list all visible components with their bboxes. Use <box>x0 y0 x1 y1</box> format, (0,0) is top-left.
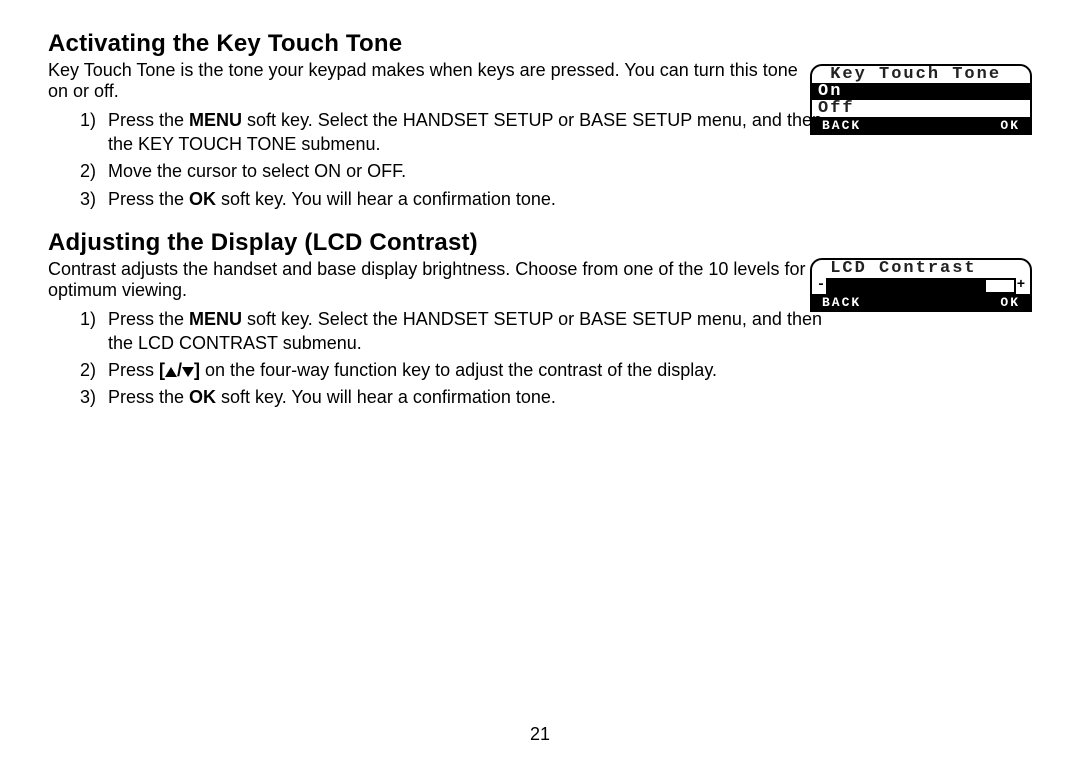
contrast-fill <box>828 280 986 292</box>
step: Press [/] on the four-way function key t… <box>96 359 848 382</box>
t: soft key. You will hear a confirmation t… <box>216 387 556 407</box>
section-lcd-contrast: Adjusting the Display (LCD Contrast) Con… <box>48 229 1032 410</box>
intro-text: Contrast adjusts the handset and base di… <box>48 259 806 300</box>
softkey-ok: OK <box>921 294 1030 310</box>
step: Press the OK soft key. You will hear a c… <box>96 386 848 409</box>
softkey-ok: OK <box>921 117 1030 133</box>
t: on the four-way function key to adjust t… <box>200 360 717 380</box>
lcd-option-on: On <box>812 83 1030 100</box>
page-number: 21 <box>0 724 1080 745</box>
ok-label: OK <box>189 189 216 209</box>
t: Press the <box>108 387 189 407</box>
heading: Adjusting the Display (LCD Contrast) <box>48 229 1032 257</box>
steps-list: Press the MENU soft key. Select the HAND… <box>48 308 1032 410</box>
plus-icon: + <box>1016 277 1026 294</box>
lcd-title: Key Touch Tone <box>812 66 1030 83</box>
t: Press the <box>108 189 189 209</box>
arrow-up-icon <box>165 367 177 377</box>
ok-label: OK <box>189 387 216 407</box>
lcd-contrast-bar: - + <box>812 277 1030 294</box>
t: Press <box>108 360 159 380</box>
contrast-track <box>826 278 1016 294</box>
lcd-contrast: LCD Contrast - + BACK OK <box>810 258 1032 312</box>
minus-icon: - <box>816 277 826 294</box>
lcd-title: LCD Contrast <box>812 260 1030 277</box>
t: Press the <box>108 110 189 130</box>
t: soft key. You will hear a confirmation t… <box>216 189 556 209</box>
step: Press the MENU soft key. Select the HAND… <box>96 109 848 156</box>
menu-label: MENU <box>189 309 242 329</box>
arrow-down-icon <box>182 367 194 377</box>
step: Press the OK soft key. You will hear a c… <box>96 188 848 211</box>
menu-label: MENU <box>189 110 242 130</box>
step: Press the MENU soft key. Select the HAND… <box>96 308 848 355</box>
heading: Activating the Key Touch Tone <box>48 30 1032 58</box>
step: Move the cursor to select ON or OFF. <box>96 160 848 183</box>
manual-page: Key Touch Tone On Off BACK OK LCD Contra… <box>0 0 1080 759</box>
intro-text: Key Touch Tone is the tone your keypad m… <box>48 60 806 101</box>
t: Press the <box>108 309 189 329</box>
